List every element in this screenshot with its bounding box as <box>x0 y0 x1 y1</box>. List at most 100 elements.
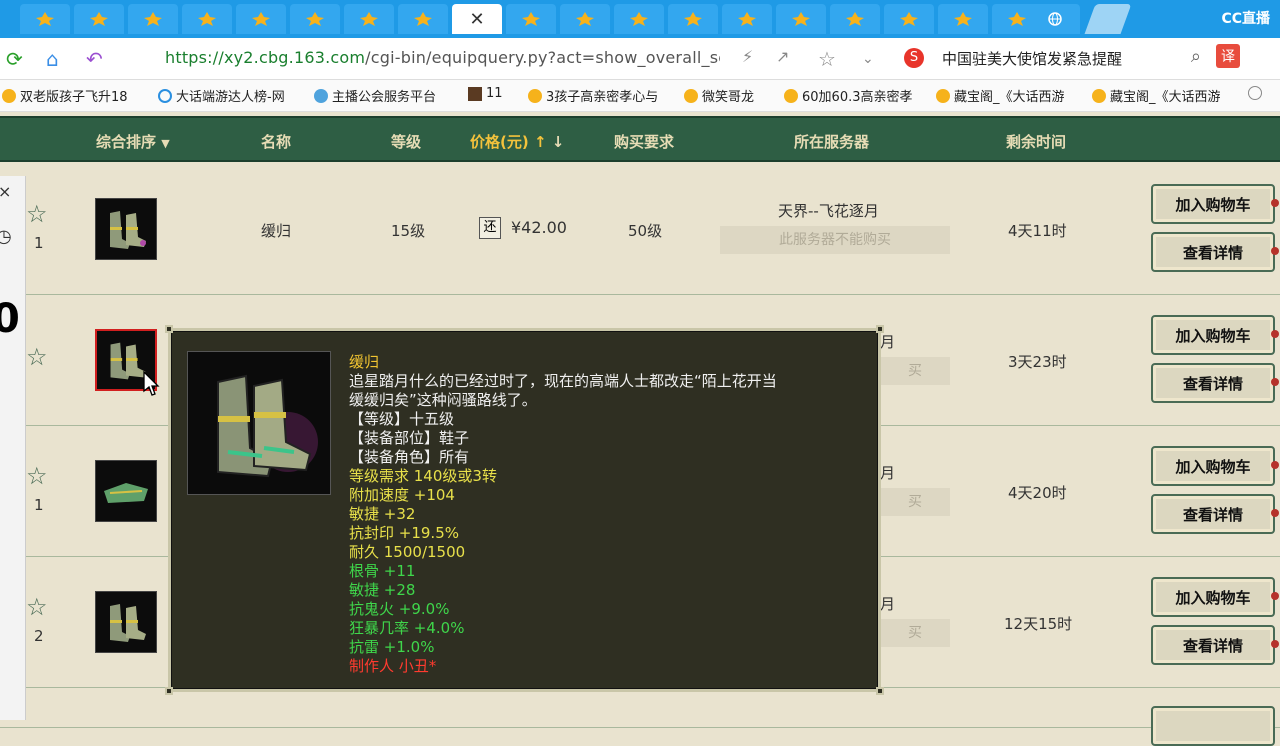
bookmark-item[interactable]: 大话端游达人榜-网 <box>158 86 285 105</box>
tab-favicon-icon <box>738 12 756 26</box>
col-name: 名称 <box>261 133 292 151</box>
browser-tab[interactable] <box>128 4 178 34</box>
table-header: 综合排序 ▼ 名称 等级 价格(元) ↑ ↓ 购买要求 所在服务器 剩余时间 <box>0 116 1280 162</box>
search-input[interactable]: 中国驻美大使馆发紧急提醒 <box>942 48 1122 69</box>
chevron-down-icon[interactable]: ⌄ <box>862 51 874 67</box>
bookmark-item[interactable]: 微笑哥龙 <box>684 86 754 105</box>
price-label: 价格(元) <box>470 133 529 151</box>
browser-tab[interactable] <box>1030 4 1080 34</box>
tab-favicon-icon <box>1008 12 1026 26</box>
tooltip-role: 【装备角色】所有 <box>349 448 470 466</box>
browser-tab[interactable] <box>236 4 286 34</box>
add-to-cart-button[interactable] <box>1151 706 1275 746</box>
search-icon[interactable]: ⌕ <box>1191 46 1201 67</box>
button-label: 加入购物车 <box>1175 457 1251 476</box>
browser-tab[interactable] <box>830 4 880 34</box>
tooltip-slot: 【装备部位】鞋子 <box>349 429 470 447</box>
col-price[interactable]: 价格(元) ↑ ↓ <box>470 131 564 152</box>
col-time-left: 剩余时间 <box>1006 133 1067 151</box>
col-level: 等级 <box>391 133 422 151</box>
browser-tab[interactable] <box>884 4 934 34</box>
share-icon[interactable]: ↗ <box>776 47 789 66</box>
star-icon[interactable]: ☆ <box>26 462 48 490</box>
browser-tab[interactable] <box>938 4 988 34</box>
add-to-cart-button[interactable]: 加入购物车 <box>1151 446 1279 486</box>
item-name[interactable]: 缓归 <box>261 220 291 241</box>
star-icon[interactable]: ☆ <box>26 200 48 228</box>
tooltip-stat: 耐久 1500/1500 <box>349 543 466 561</box>
bookmark-item[interactable]: 11 <box>468 86 503 101</box>
search-box[interactable]: S 中国驻美大使馆发紧急提醒 ⌕ <box>900 46 1205 72</box>
browser-tab[interactable] <box>722 4 772 34</box>
item-level: 15级 <box>391 222 426 240</box>
browser-tab[interactable] <box>398 4 448 34</box>
browser-tab[interactable] <box>560 4 610 34</box>
boots-icon <box>188 352 330 494</box>
browser-tab-active[interactable]: ✕ <box>452 4 502 34</box>
sort-dropdown[interactable]: 综合排序 ▼ <box>96 131 170 152</box>
bookmark-item[interactable]: 60加60.3高亲密孝 <box>784 86 913 105</box>
browser-tab-bar: ✕ CC直播 <box>0 0 1280 38</box>
bookmark-item[interactable]: 3孩子高亲密孝心与 <box>528 86 658 105</box>
sort-down-arrow-icon[interactable]: ↓ <box>552 133 565 151</box>
tab-favicon-icon <box>900 12 918 26</box>
bookmark-item[interactable]: 藏宝阁_《大话西游 <box>936 86 1065 105</box>
view-details-button[interactable]: 查看详情 <box>1151 625 1279 665</box>
translate-button[interactable]: 译 <box>1216 44 1240 68</box>
view-details-button[interactable]: 查看详情 <box>1151 232 1279 272</box>
lightning-icon[interactable]: ⚡ <box>742 47 753 66</box>
browser-tab[interactable] <box>20 4 70 34</box>
browser-tab[interactable] <box>506 4 556 34</box>
reload-icon[interactable]: ⟳ <box>6 47 23 71</box>
bookmark-overflow[interactable] <box>1248 86 1262 100</box>
side-panel: × ◷ 0 <box>0 176 26 720</box>
star-icon[interactable]: ☆ <box>26 593 48 621</box>
decor-knot-icon <box>1271 461 1279 469</box>
browser-tab[interactable] <box>74 4 124 34</box>
bookmark-label: 藏宝阁_《大话西游 <box>954 90 1065 105</box>
new-tab-button[interactable] <box>1084 4 1132 34</box>
bookmark-favicon-icon <box>684 88 698 103</box>
add-to-cart-button[interactable]: 加入购物车 <box>1151 184 1279 224</box>
browser-tab[interactable] <box>776 4 826 34</box>
sort-up-arrow-icon[interactable]: ↑ <box>534 133 547 151</box>
globe-icon <box>1248 86 1262 100</box>
browser-tab[interactable] <box>344 4 394 34</box>
browser-tab[interactable] <box>182 4 232 34</box>
star-bookmark-icon[interactable]: ☆ <box>818 47 836 71</box>
home-icon[interactable]: ⌂ <box>46 47 59 71</box>
bookmark-item[interactable]: 双老版孩子飞升18 <box>2 86 128 105</box>
bookmark-favicon-icon <box>468 86 482 101</box>
add-to-cart-button[interactable]: 加入购物车 <box>1151 577 1279 617</box>
view-details-button[interactable]: 查看详情 <box>1151 363 1279 403</box>
tab-favicon-icon <box>36 12 54 26</box>
add-to-cart-button[interactable]: 加入购物车 <box>1151 315 1279 355</box>
tab-favicon-icon <box>792 12 810 26</box>
browser-tab[interactable] <box>614 4 664 34</box>
item-tooltip: 缓归 追星踏月什么的已经过时了，现在的高端人士都改走“陌上花开当 缓缓归矣”这种… <box>165 325 884 695</box>
tooltip-requirement: 等级需求 140级或3转 <box>349 467 497 485</box>
bookmark-item[interactable]: 藏宝阁_《大话西游 <box>1092 86 1221 105</box>
star-icon[interactable]: ☆ <box>26 343 48 371</box>
browser-tab[interactable] <box>668 4 718 34</box>
close-tab-icon[interactable]: ✕ <box>469 9 484 30</box>
browser-tab[interactable] <box>290 4 340 34</box>
item-image[interactable] <box>95 198 157 260</box>
button-label: 加入购物车 <box>1175 588 1251 607</box>
undo-icon[interactable]: ↶ <box>86 47 103 71</box>
side-digit: 0 <box>0 296 20 342</box>
item-image[interactable] <box>95 591 157 653</box>
bookmark-item[interactable]: 主播公会服务平台 <box>314 86 436 105</box>
item-price: ¥42.00 <box>511 218 567 237</box>
clock-icon[interactable]: ◷ <box>0 226 12 247</box>
bookmark-favicon-icon <box>158 88 172 103</box>
view-details-button[interactable]: 查看详情 <box>1151 494 1279 534</box>
collect-count: 1 <box>34 496 44 514</box>
item-image[interactable] <box>95 460 157 522</box>
url-field[interactable]: https://xy2.cbg.163.com/cgi-bin/equipque… <box>165 48 720 67</box>
bookmark-label: 11 <box>486 86 503 101</box>
tab-favicon-icon <box>522 12 540 26</box>
tab-favicon-icon <box>144 12 162 26</box>
close-icon[interactable]: × <box>0 182 11 201</box>
tab-favicon-icon <box>360 12 378 26</box>
